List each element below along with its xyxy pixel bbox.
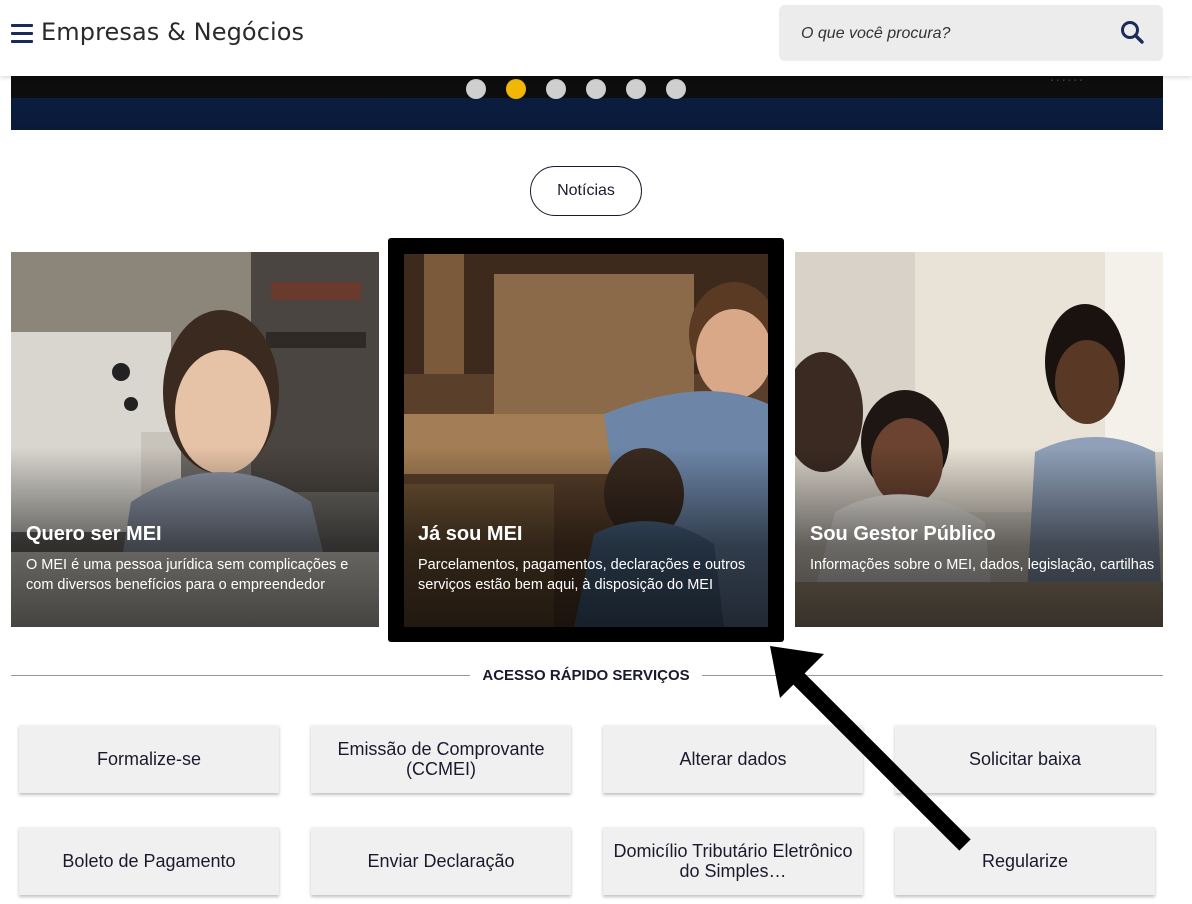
quick-boleto-pagamento[interactable]: Boleto de Pagamento — [19, 827, 279, 895]
card-description: Informações sobre o MEI, dados, legislaç… — [810, 557, 1155, 573]
card-title: Já sou MEI — [418, 523, 523, 545]
carousel-dot[interactable] — [466, 79, 486, 99]
quick-enviar-declaracao[interactable]: Enviar Declaração — [311, 827, 571, 895]
search-box — [779, 5, 1163, 61]
quick-emissao-comprovante[interactable]: Emissão de Comprovante (CCMEI) — [311, 725, 571, 793]
carousel-dot[interactable] — [666, 79, 686, 99]
search-icon[interactable] — [1119, 19, 1147, 47]
carousel-dots — [466, 79, 686, 99]
arrow-annotation-icon — [770, 646, 971, 851]
quick-formalize[interactable]: Formalize-se — [19, 725, 279, 793]
card-quero-ser-mei[interactable]: Quero ser MEI O MEI é uma pessoa jurídic… — [11, 252, 379, 627]
news-button[interactable]: Notícias — [530, 166, 642, 216]
card-ja-sou-mei[interactable]: Já sou MEI Parcelamentos, pagamentos, de… — [404, 254, 768, 627]
card-description: O MEI é uma pessoa jurídica sem complica… — [26, 557, 349, 593]
carousel-dot[interactable] — [626, 79, 646, 99]
site-brand[interactable]: Empresas & Negócios — [41, 18, 304, 46]
quick-access-title: ACESSO RÁPIDO SERVIÇOS — [482, 667, 690, 684]
banner-decoration: ▪ ▪ ▪ ▪ ▪ ▪ — [1050, 78, 1083, 84]
search-input[interactable] — [799, 15, 1103, 53]
carousel-dot[interactable] — [546, 79, 566, 99]
divider-left — [11, 675, 470, 676]
card-sou-gestor-publico[interactable]: Sou Gestor Público Informações sobre o M… — [795, 252, 1163, 627]
carousel-dot[interactable] — [586, 79, 606, 99]
card-description: Parcelamentos, pagamentos, declarações e… — [418, 557, 746, 593]
card-title: Sou Gestor Público — [810, 523, 996, 545]
hamburger-menu-icon[interactable] — [11, 24, 33, 44]
carousel-dot-active[interactable] — [506, 79, 526, 99]
card-title: Quero ser MEI — [26, 523, 162, 545]
site-header: Empresas & Negócios — [0, 0, 1192, 76]
